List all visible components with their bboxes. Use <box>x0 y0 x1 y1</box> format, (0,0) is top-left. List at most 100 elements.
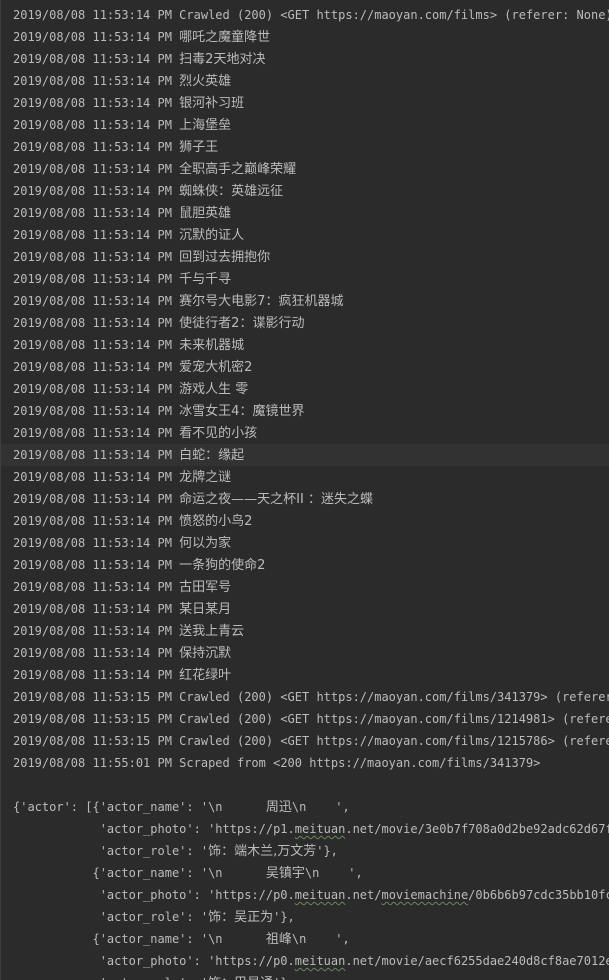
log-timestamp: 2019/08/08 11:53:14 PM <box>13 52 180 66</box>
log-line: 2019/08/08 11:53:14 PM 沉默的证人 <box>1 224 609 246</box>
log-timestamp: 2019/08/08 11:53:15 PM <box>13 690 180 704</box>
scraped-item-line: 'actor_role': '饰：端木兰,万文芳'}, <box>1 840 609 862</box>
scraped-text: '}, <box>273 910 295 924</box>
log-line: 2019/08/08 11:53:14 PM 蜘蛛侠：英雄远征 <box>1 180 609 202</box>
scraped-text: 'actor_role': ' <box>13 844 209 858</box>
log-line: 2019/08/08 11:53:14 PM 白蛇：缘起 <box>1 444 609 466</box>
log-timestamp: 2019/08/08 11:53:14 PM <box>13 74 180 88</box>
log-line: 2019/08/08 11:53:14 PM 扫毒2天地对决 <box>1 48 609 70</box>
log-line: 2019/08/08 11:53:14 PM 红花绿叶 <box>1 664 609 686</box>
log-timestamp: 2019/08/08 11:53:14 PM <box>13 184 180 198</box>
scraped-item-line: 'actor_role': '饰：巴显通'}, <box>1 972 609 980</box>
spellcheck-word: meituan <box>294 888 346 902</box>
log-line: 2019/08/08 11:53:14 PM 哪吒之魔童降世 <box>1 26 609 48</box>
scraped-text: /0b6b6b97cdc35bb10fc857 <box>468 888 609 902</box>
spellcheck-word: meituan <box>294 822 346 836</box>
log-line: 2019/08/08 11:53:14 PM 银河补习班 <box>1 92 609 114</box>
log-line: 2019/08/08 11:53:14 PM 狮子王 <box>1 136 609 158</box>
log-message: Crawled (200) <GET https://maoyan.com/fi… <box>179 690 609 704</box>
scraped-cjk-text: 饰：吴正为 <box>208 910 274 925</box>
scraped-cjk-text: 周迅 <box>265 800 292 815</box>
log-line: 2019/08/08 11:53:14 PM 鼠胆英雄 <box>1 202 609 224</box>
log-line: 2019/08/08 11:53:14 PM 看不见的小孩 <box>1 422 609 444</box>
log-message: 鼠胆英雄 <box>179 206 232 221</box>
run-console-output[interactable]: 2019/08/08 11:53:14 PM Crawled (200) <GE… <box>0 0 609 980</box>
log-line: 2019/08/08 11:53:14 PM 何以为家 <box>1 532 609 554</box>
log-line: 2019/08/08 11:53:14 PM 愤怒的小鸟2 <box>1 510 609 532</box>
log-line: 2019/08/08 11:53:14 PM Crawled (200) <GE… <box>1 4 609 26</box>
log-line: 2019/08/08 11:53:14 PM 龙牌之谜 <box>1 466 609 488</box>
log-timestamp: 2019/08/08 11:53:14 PM <box>13 382 180 396</box>
log-line: 2019/08/08 11:53:14 PM 爱宠大机密2 <box>1 356 609 378</box>
log-timestamp: 2019/08/08 11:53:15 PM <box>13 712 180 726</box>
log-message: 红花绿叶 <box>179 668 232 683</box>
scraped-item-line: 'actor_photo': 'https://p0.meituan.net/m… <box>1 950 609 972</box>
scraped-item-line: 'actor_photo': 'https://p0.meituan.net/m… <box>1 884 609 906</box>
log-message: 游戏人生 零 <box>179 382 249 397</box>
log-timestamp: 2019/08/08 11:53:14 PM <box>13 448 180 462</box>
log-line: 2019/08/08 11:53:14 PM 一条狗的使命2 <box>1 554 609 576</box>
log-timestamp: 2019/08/08 11:53:14 PM <box>13 140 180 154</box>
scraped-cjk-text: 祖峰 <box>265 932 292 947</box>
log-message: Scraped from <200 https://maoyan.com/fil… <box>179 756 541 770</box>
scraped-text: {'actor': [{'actor_name': '\n <box>13 800 266 814</box>
log-line: 2019/08/08 11:53:14 PM 某日某月 <box>1 598 609 620</box>
scraped-item-line: {'actor_name': '\n 祖峰\n ', <box>1 928 609 950</box>
log-message: 回到过去拥抱你 <box>179 250 271 265</box>
log-line: 2019/08/08 11:53:14 PM 使徒行者2：谍影行动 <box>1 312 609 334</box>
log-message: 烈火英雄 <box>179 74 232 89</box>
log-message: 看不见的小孩 <box>179 426 258 441</box>
log-timestamp: 2019/08/08 11:53:14 PM <box>13 272 180 286</box>
log-line: 2019/08/08 11:53:14 PM 冰雪女王4：魔镜世界 <box>1 400 609 422</box>
log-message: 何以为家 <box>179 536 232 551</box>
log-message: 狮子王 <box>179 140 219 155</box>
log-timestamp: 2019/08/08 11:53:14 PM <box>13 162 180 176</box>
log-timestamp: 2019/08/08 11:53:15 PM <box>13 734 180 748</box>
log-message: 全职高手之巅峰荣耀 <box>179 162 297 177</box>
log-timestamp: 2019/08/08 11:53:14 PM <box>13 646 180 660</box>
scraped-text: .net/movie/3e0b7f708a0d2be92adc62d67f9db <box>345 822 609 836</box>
scraped-text: {'actor_name': '\n <box>13 866 266 880</box>
scraped-item-line: 'actor_role': '饰：吴正为'}, <box>1 906 609 928</box>
log-message: 蜘蛛侠：英雄远征 <box>179 184 284 199</box>
scraped-cjk-text: 吴镇宇 <box>265 866 305 881</box>
log-message: 一条狗的使命2 <box>179 558 266 573</box>
log-line: 2019/08/08 11:53:14 PM 赛尔号大电影7：疯狂机器城 <box>1 290 609 312</box>
log-message: 某日某月 <box>179 602 232 617</box>
log-timestamp: 2019/08/08 11:53:14 PM <box>13 668 180 682</box>
scraped-item-line: 'actor_photo': 'https://p1.meituan.net/m… <box>1 818 609 840</box>
log-message: 未来机器城 <box>179 338 245 353</box>
log-timestamp: 2019/08/08 11:53:14 PM <box>13 514 180 528</box>
scraped-cjk-text: 饰：端木兰,万文芳 <box>208 844 317 859</box>
log-timestamp: 2019/08/08 11:53:14 PM <box>13 404 180 418</box>
log-message: 龙牌之谜 <box>179 470 232 485</box>
scraped-text: .net/ <box>345 888 382 902</box>
log-timestamp: 2019/08/08 11:53:14 PM <box>13 228 180 242</box>
log-line: 2019/08/08 11:53:14 PM 上海堡垒 <box>1 114 609 136</box>
scraped-text: \n ', <box>291 800 350 814</box>
spellcheck-word: meituan <box>294 954 346 968</box>
log-line: 2019/08/08 11:53:14 PM 古田军号 <box>1 576 609 598</box>
log-line: 2019/08/08 11:53:14 PM 未来机器城 <box>1 334 609 356</box>
log-message: 千与千寻 <box>179 272 232 287</box>
log-message: Crawled (200) <GET https://maoyan.com/fi… <box>179 712 609 726</box>
log-line: 2019/08/08 11:53:15 PM Crawled (200) <GE… <box>1 686 609 708</box>
log-line: 2019/08/08 11:53:14 PM 全职高手之巅峰荣耀 <box>1 158 609 180</box>
log-timestamp: 2019/08/08 11:53:14 PM <box>13 580 180 594</box>
log-message: 送我上青云 <box>179 624 245 639</box>
log-timestamp: 2019/08/08 11:53:14 PM <box>13 536 180 550</box>
log-line: 2019/08/08 11:53:14 PM 烈火英雄 <box>1 70 609 92</box>
scraped-cjk-text: 饰：巴显通 <box>208 976 273 980</box>
log-message: 古田军号 <box>179 580 232 595</box>
log-timestamp: 2019/08/08 11:53:14 PM <box>13 602 180 616</box>
log-message: 银河补习班 <box>179 96 245 111</box>
spellcheck-word: moviemachine <box>381 888 469 902</box>
log-timestamp: 2019/08/08 11:53:14 PM <box>13 8 180 22</box>
log-timestamp: 2019/08/08 11:53:14 PM <box>13 360 180 374</box>
log-message: 上海堡垒 <box>179 118 232 133</box>
log-timestamp: 2019/08/08 11:53:14 PM <box>13 294 180 308</box>
log-message: 沉默的证人 <box>179 228 245 243</box>
scraped-text: 'actor_photo': 'https://p0. <box>13 888 295 902</box>
scraped-text: \n ', <box>291 932 350 946</box>
scraped-text: 'actor_photo': 'https://p0. <box>13 954 295 968</box>
